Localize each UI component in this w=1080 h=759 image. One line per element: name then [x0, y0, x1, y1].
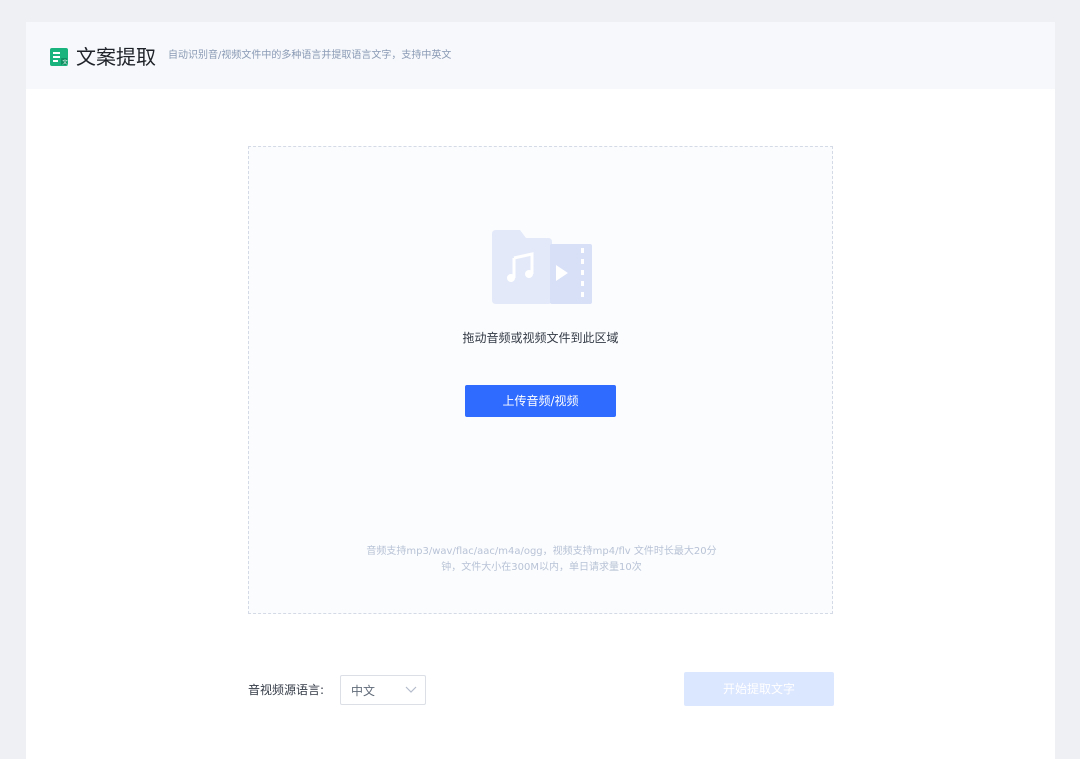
upload-audio-video-button[interactable]: 上传音频/视频: [465, 385, 616, 417]
svg-text:文: 文: [62, 58, 68, 66]
page-subtitle: 自动识别音/视频文件中的多种语言并提取语言文字，支持中英文: [168, 50, 452, 61]
chevron-down-icon: [405, 686, 417, 693]
supported-formats-note: 音频支持mp3/wav/flac/aac/m4a/ogg，视频支持mp4/flv…: [339, 544, 744, 576]
supported-formats-line-1: 音频支持mp3/wav/flac/aac/m4a/ogg，视频支持mp4/flv…: [366, 546, 717, 557]
source-language-select[interactable]: 中文: [340, 675, 426, 705]
upload-drop-zone[interactable]: 拖动音频或视频文件到此区域 上传音频/视频 音频支持mp3/wav/flac/a…: [248, 146, 833, 614]
main-card: 文 文案提取 自动识别音/视频文件中的多种语言并提取语言文字，支持中英文 拖动音…: [26, 22, 1055, 759]
drop-hint-text: 拖动音频或视频文件到此区域: [462, 331, 619, 345]
page-title: 文案提取: [76, 45, 156, 69]
supported-formats-line-2: 钟，文件大小在300M以内，单日请求量10次: [441, 562, 642, 573]
start-extract-button[interactable]: 开始提取文字: [684, 672, 834, 706]
page-header: 文 文案提取 自动识别音/视频文件中的多种语言并提取语言文字，支持中英文: [26, 22, 1055, 89]
text-extract-icon: 文: [50, 48, 68, 66]
source-language-label: 音视频源语言:: [248, 683, 325, 697]
source-language-value: 中文: [351, 684, 376, 698]
audio-video-file-icon: [492, 230, 592, 304]
